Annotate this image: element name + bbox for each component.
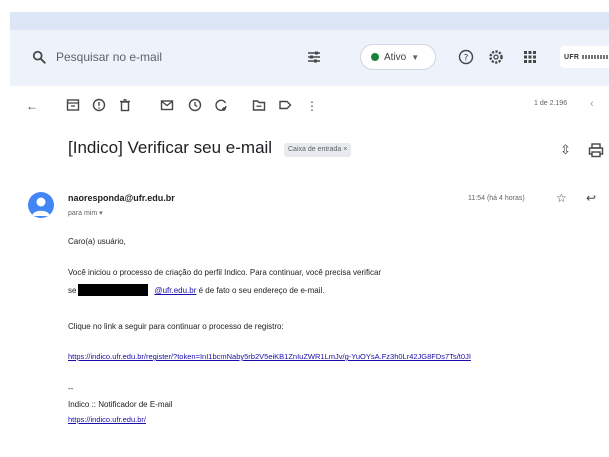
star-icon[interactable]: ☆ <box>556 191 567 205</box>
pagination-count: 1 de 2.196 <box>534 100 568 107</box>
sender-email[interactable]: naoresponda@ufr.edu.br <box>68 193 175 203</box>
email-subject: [Indico] Verificar seu e-mail <box>68 138 273 157</box>
status-selector[interactable]: Ativo ▼ <box>360 44 436 70</box>
search-options-icon[interactable] <box>306 49 322 65</box>
apps-grid-icon[interactable] <box>522 49 538 65</box>
status-label: Ativo <box>384 51 407 63</box>
account-logo-text: UFR <box>564 53 580 61</box>
print-icon[interactable] <box>588 142 604 158</box>
top-strip <box>10 12 609 30</box>
redaction-block <box>78 284 148 296</box>
settings-icon[interactable] <box>488 49 504 65</box>
para-prefix: se <box>68 286 77 295</box>
person-icon <box>32 197 50 216</box>
mark-unread-icon[interactable] <box>160 98 174 112</box>
inbox-label-chip[interactable]: Caixa de entrada × <box>284 143 352 157</box>
signature-separator: -- <box>68 384 74 393</box>
register-link[interactable]: https://indico.ufr.edu.br/register/?toke… <box>68 352 471 361</box>
email-paragraph-1: Você iniciou o processo de criação do pe… <box>68 268 382 277</box>
expand-icon[interactable]: ⇳ <box>560 142 571 158</box>
status-dot <box>371 53 379 61</box>
email-address-link[interactable]: @ufr.edu.br <box>154 286 196 295</box>
recipient-dropdown[interactable]: para mim ▾ <box>68 209 103 217</box>
report-spam-icon[interactable] <box>92 98 106 112</box>
subject-row: [Indico] Verificar seu e-mail Caixa de e… <box>0 128 609 178</box>
help-icon[interactable]: ? <box>458 49 474 65</box>
search-icon[interactable] <box>32 50 46 64</box>
account-logo[interactable]: UFR <box>560 46 609 68</box>
svg-text:?: ? <box>464 54 469 64</box>
email-paragraph-2: Clique no link a seguir para continuar o… <box>68 322 284 331</box>
snooze-icon[interactable] <box>188 98 202 112</box>
search-input[interactable] <box>56 47 286 67</box>
email-timestamp: 11:54 (há 4 horas) <box>468 195 525 202</box>
move-to-icon[interactable] <box>252 98 266 112</box>
back-arrow-icon[interactable]: ← <box>24 98 40 114</box>
chevron-down-icon: ▼ <box>411 52 420 62</box>
add-task-icon[interactable] <box>214 98 228 112</box>
message-toolbar: ← ⋮ 1 de 2.196 ‹ <box>10 86 609 126</box>
label-icon[interactable] <box>278 98 292 112</box>
more-vert-icon[interactable]: ⋮ <box>304 98 320 114</box>
para-suffix: é de fato o seu endereço de e-mail. <box>196 286 325 295</box>
header-bar: Ativo ▼ ? UFR <box>10 30 609 86</box>
chevron-left-icon[interactable]: ‹ <box>590 98 594 110</box>
email-greeting: Caro(a) usuário, <box>68 237 126 246</box>
signature-link[interactable]: https://indico.ufr.edu.br/ <box>68 415 146 424</box>
archive-icon[interactable] <box>66 98 80 112</box>
signature-name: Indico :: Notificador de E-mail <box>68 400 173 409</box>
reply-icon[interactable]: ↩ <box>586 191 596 205</box>
avatar <box>28 192 54 218</box>
delete-icon[interactable] <box>118 98 132 112</box>
